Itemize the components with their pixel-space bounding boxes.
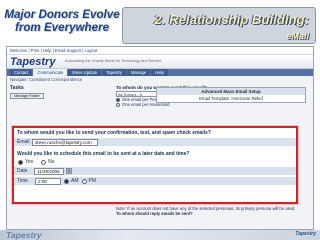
- banner-subtitle: eMail: [286, 31, 309, 41]
- email-label: Email: [17, 139, 30, 145]
- time-label: Time: [17, 178, 28, 184]
- confirm-question: To whom would you like to send your conf…: [17, 130, 211, 136]
- slide-title-banner: 2. Relationship Building: eMail: [122, 7, 316, 44]
- nav-contact[interactable]: Contact: [10, 69, 33, 76]
- slide-title-left: Major Donors Evolve from Everywhere: [4, 8, 120, 34]
- tapestry-logo: Tapestry: [10, 56, 56, 68]
- reply-question: To whom should reply emails be sent?: [116, 211, 193, 216]
- time-row: Time 2:00 AM PM: [14, 177, 296, 185]
- footer-brand-left: Tapestry: [6, 230, 42, 240]
- email-template-name: Email Template: Hurricane Relief: [199, 96, 263, 101]
- nav-help[interactable]: Help: [151, 69, 168, 76]
- schedule-no[interactable]: No: [41, 159, 55, 165]
- banner-title: 2. Relationship Building:: [154, 12, 309, 27]
- nav-communicate[interactable]: Communicate: [33, 69, 68, 76]
- radio-persona-icon[interactable]: [116, 97, 120, 102]
- am-label: AM: [71, 178, 79, 184]
- pm-label: PM: [88, 178, 97, 184]
- date-field[interactable]: 11/30/2006: [34, 167, 64, 175]
- calendar-icon[interactable]: ▦: [66, 168, 72, 174]
- time-pm[interactable]: PM: [81, 178, 97, 184]
- schedule-yes[interactable]: Yes: [18, 159, 33, 165]
- slide: Major Donors Evolve from Everywhere 2. R…: [0, 0, 320, 240]
- time-field[interactable]: 2:00: [35, 177, 61, 185]
- date-row: Date 11/30/2006 ▦: [14, 167, 296, 175]
- nav-move-update[interactable]: Move Update: [68, 69, 102, 76]
- tasks-panel: Tasks Manage Folder: [10, 85, 110, 99]
- tasks-title: Tasks: [10, 85, 24, 91]
- tagline: Automating the Charity World for Technol…: [65, 59, 162, 63]
- nav-tapestry[interactable]: Tapestry: [102, 69, 127, 76]
- email-row: Email steve.rusche@tapestry.com: [14, 138, 296, 146]
- advanced-setup-panel: Advanced Mass Email Setup Email Template…: [156, 87, 306, 103]
- radio-pm-icon[interactable]: [81, 178, 87, 184]
- email-field[interactable]: steve.rusche@tapestry.com: [32, 138, 98, 146]
- brand-bar: Tapestry Automating the Charity World fo…: [7, 55, 313, 69]
- highlighted-settings: To whom would you like to send your conf…: [12, 126, 298, 204]
- title-left-line2: from Everywhere: [14, 21, 110, 34]
- radio-no-icon[interactable]: [41, 159, 47, 165]
- footer-brand-right: Tapestry: [295, 231, 316, 237]
- radio-am-icon[interactable]: [64, 178, 69, 184]
- main-nav: Contact Communicate Move Update Tapestry…: [7, 69, 313, 76]
- breadcrumb: Navigate: Constituent Correspondence: [10, 77, 83, 82]
- schedule-question: Would you like to schedule this email to…: [17, 151, 190, 157]
- radio-household-icon[interactable]: [116, 102, 120, 107]
- radio-yes-icon[interactable]: [18, 159, 23, 165]
- manage-folder-button[interactable]: Manage Folder: [10, 93, 44, 99]
- top-links[interactable]: Welcome | Print | Help | Email Support |…: [7, 47, 313, 55]
- nav-manage[interactable]: Manage: [127, 69, 151, 76]
- title-left-line1: Major Donors Evolve: [4, 8, 120, 21]
- schedule-choice: Yes No: [14, 157, 296, 167]
- time-am[interactable]: AM: [64, 178, 79, 184]
- no-label: No: [48, 159, 55, 165]
- footer-notes: Note: If an account does not have any of…: [116, 206, 302, 216]
- date-label: Date: [17, 168, 28, 174]
- slide-footer: Tapestry Tapestry: [0, 230, 320, 240]
- advanced-setup-title: Advanced Mass Email Setup: [157, 88, 305, 95]
- yes-label: Yes: [25, 159, 34, 165]
